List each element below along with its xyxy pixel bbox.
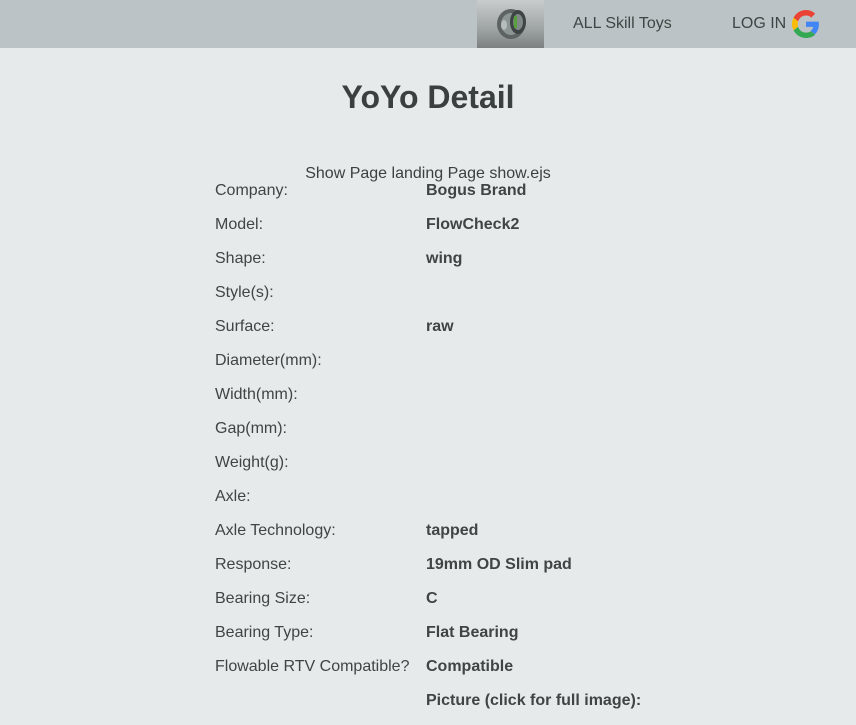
detail-row: Company: Bogus Brand	[215, 181, 675, 215]
detail-label: Flowable RTV Compatible?	[215, 658, 410, 675]
detail-row: Bearing Type: Flat Bearing	[215, 623, 675, 657]
detail-label: Axle:	[215, 488, 251, 505]
detail-label: Diameter(mm):	[215, 352, 322, 369]
detail-row: Picture (click for full image):	[215, 691, 675, 725]
google-icon	[792, 10, 820, 38]
detail-label: Weight(g):	[215, 454, 289, 471]
detail-row: Width(mm):	[215, 385, 675, 419]
yoyo-details: Company: Bogus Brand Model: FlowCheck2 Sha…	[215, 181, 675, 725]
detail-label: Bearing Size:	[215, 590, 311, 607]
detail-row: Axle:	[215, 487, 675, 521]
detail-row: Surface: raw	[215, 317, 675, 351]
detail-value: raw	[426, 318, 454, 335]
detail-row: Flowable RTV Compatible? Compatible	[215, 657, 675, 691]
picture-link-label[interactable]: Picture (click for full image):	[426, 691, 641, 711]
detail-value: tapped	[426, 522, 479, 539]
detail-label: Company:	[215, 182, 288, 199]
detail-value: FlowCheck2	[426, 216, 520, 233]
detail-row: Diameter(mm):	[215, 351, 675, 385]
login-button[interactable]: LOG IN	[732, 10, 820, 38]
detail-label: Bearing Type:	[215, 624, 314, 641]
detail-label: Width(mm):	[215, 386, 298, 403]
detail-row: Style(s):	[215, 283, 675, 317]
detail-row: Model: FlowCheck2	[215, 215, 675, 249]
detail-value: 19mm OD Slim pad	[426, 556, 572, 573]
detail-row: Shape: wing	[215, 249, 675, 283]
navbar: ALL Skill Toys LOG IN	[0, 0, 856, 48]
detail-label: Response:	[215, 556, 292, 573]
login-label: LOG IN	[732, 15, 787, 32]
detail-value: Bogus Brand	[426, 182, 527, 199]
detail-row: Axle Technology: tapped	[215, 521, 675, 555]
detail-value: C	[426, 590, 438, 607]
detail-value: Compatible	[426, 658, 514, 675]
yoyo-thumbnail-icon[interactable]	[477, 0, 544, 48]
detail-label: Style(s):	[215, 284, 274, 301]
detail-label: Axle Technology:	[215, 522, 336, 539]
detail-value: wing	[426, 250, 463, 267]
detail-label: Gap(mm):	[215, 420, 287, 437]
detail-row: Gap(mm):	[215, 419, 675, 453]
page-title: YoYo Detail	[341, 79, 515, 115]
detail-row: Bearing Size: C	[215, 589, 675, 623]
detail-value: Flat Bearing	[426, 624, 519, 641]
detail-label: Shape:	[215, 250, 266, 267]
detail-label: Model:	[215, 216, 264, 233]
all-skill-toys-link[interactable]: ALL Skill Toys	[573, 14, 672, 34]
detail-label: Surface:	[215, 318, 275, 335]
detail-row: Response: 19mm OD Slim pad	[215, 555, 675, 589]
detail-row: Weight(g):	[215, 453, 675, 487]
